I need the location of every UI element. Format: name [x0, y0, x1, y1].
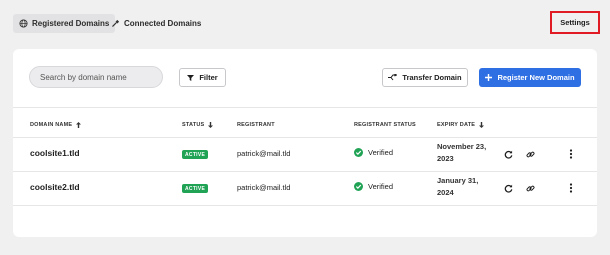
renew-button[interactable]	[503, 183, 513, 193]
divider	[13, 205, 597, 206]
settings-button[interactable]: Settings	[550, 11, 600, 34]
more-vertical-icon	[566, 183, 576, 193]
refresh-icon	[503, 149, 513, 159]
check-circle-icon	[354, 182, 363, 191]
renew-button[interactable]	[503, 149, 513, 159]
more-options-button[interactable]	[566, 149, 576, 159]
more-vertical-icon	[566, 149, 576, 159]
domain-name[interactable]: coolsite2.tld	[30, 182, 80, 192]
filter-label: Filter	[199, 73, 218, 82]
link-icon	[111, 19, 120, 28]
search-input[interactable]: Search by domain name	[29, 66, 163, 88]
domains-card: Search by domain name Filter Transfer Do…	[13, 49, 597, 237]
transfer-label: Transfer Domain	[402, 73, 462, 82]
column-header-expiry[interactable]: EXPIRY DATE	[437, 122, 485, 128]
check-circle-icon	[354, 148, 363, 157]
registrant-email: patrick@mail.tld	[237, 149, 291, 158]
column-header-registrant-status: REGISTRANT STATUS	[354, 122, 416, 128]
domain-name[interactable]: coolsite1.tld	[30, 148, 80, 158]
plus-icon	[485, 74, 493, 81]
link-icon	[525, 183, 535, 193]
registrant-email: patrick@mail.tld	[237, 183, 291, 192]
link-button[interactable]	[525, 183, 535, 193]
table-row: coolsite1.tld ACTIVE patrick@mail.tld Ve…	[13, 138, 597, 171]
tab-registered-domains[interactable]: Registered Domains	[13, 14, 116, 33]
sort-desc-icon	[208, 122, 214, 128]
register-label: Register New Domain	[497, 73, 575, 82]
sort-asc-icon	[76, 122, 82, 128]
status-badge: ACTIVE	[182, 150, 209, 159]
filter-button[interactable]: Filter	[179, 68, 226, 87]
top-navigation: Registered Domains Connected Domains Set…	[0, 0, 610, 48]
divider	[13, 107, 597, 108]
tab-label: Registered Domains	[32, 19, 110, 28]
transfer-icon	[388, 74, 398, 81]
filter-icon	[187, 74, 195, 81]
registrant-status: Verified	[354, 182, 393, 191]
refresh-icon	[503, 183, 513, 193]
status-badge: ACTIVE	[182, 184, 209, 193]
link-button[interactable]	[525, 149, 535, 159]
register-new-domain-button[interactable]: Register New Domain	[479, 68, 581, 87]
column-header-domain[interactable]: DOMAIN NAME	[30, 122, 82, 128]
tab-connected-domains[interactable]: Connected Domains	[105, 14, 207, 33]
expiry-date: January 31, 2024	[437, 176, 479, 197]
column-header-status[interactable]: STATUS	[182, 122, 214, 128]
registrant-status: Verified	[354, 148, 393, 157]
expiry-date: November 23, 2023	[437, 142, 487, 163]
sort-desc-icon	[479, 122, 485, 128]
more-options-button[interactable]	[566, 183, 576, 193]
globe-icon	[19, 19, 28, 28]
transfer-domain-button[interactable]: Transfer Domain	[382, 68, 468, 87]
link-icon	[525, 149, 535, 159]
table-row: coolsite2.tld ACTIVE patrick@mail.tld Ve…	[13, 172, 597, 205]
tab-label: Connected Domains	[124, 19, 202, 28]
column-header-registrant: REGISTRANT	[237, 122, 275, 128]
